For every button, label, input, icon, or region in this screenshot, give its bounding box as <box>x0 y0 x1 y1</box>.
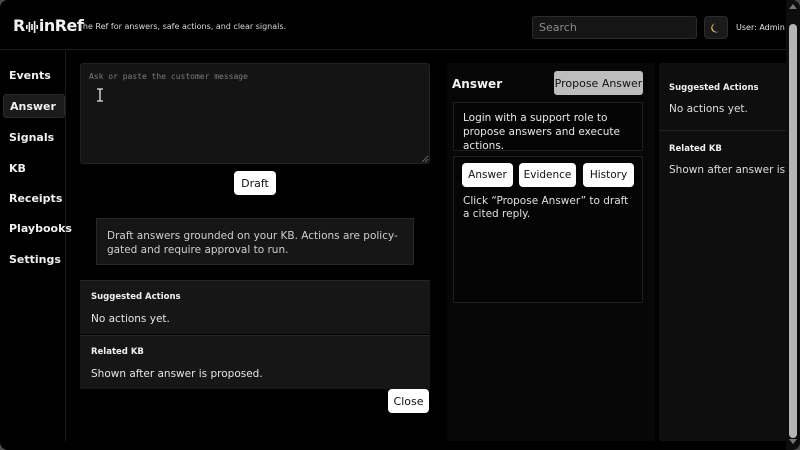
answer-title: Answer <box>452 77 503 91</box>
logo: R inRef <box>13 16 84 35</box>
sidebar-item-events[interactable]: Events <box>3 64 65 88</box>
text-cursor-icon <box>97 88 103 102</box>
sidebar-item-settings[interactable]: Settings <box>3 248 65 272</box>
right-actions-body: No actions yet. <box>669 103 748 115</box>
tab-answer[interactable]: Answer <box>462 163 513 187</box>
moon-icon <box>711 23 719 32</box>
scrollbar-thumb[interactable] <box>789 24 797 438</box>
scroll-up-icon[interactable] <box>789 4 797 9</box>
app-window: R inRef The Ref for answers, safe action… <box>0 0 800 450</box>
tagline: The Ref for answers, safe actions, and c… <box>78 22 287 31</box>
logo-text-right: inRef <box>38 16 84 35</box>
resize-handle-icon[interactable] <box>421 155 429 163</box>
tab-history[interactable]: History <box>583 163 634 187</box>
draft-button[interactable]: Draft <box>234 171 276 195</box>
right-kb-title: Related KB <box>669 144 722 154</box>
sidebar-item-signals[interactable]: Signals <box>3 126 65 150</box>
top-bar: R inRef The Ref for answers, safe action… <box>0 0 786 50</box>
sidebar-item-answer[interactable]: Answer <box>3 94 65 118</box>
sidebar-item-playbooks[interactable]: Playbooks <box>3 217 72 241</box>
theme-toggle-button[interactable] <box>704 16 728 39</box>
user-label: User: Admin <box>736 23 785 32</box>
related-kb-panel: Related KB Shown after answer is propose… <box>80 335 430 389</box>
waveform-icon <box>25 20 38 33</box>
suggested-actions-title: Suggested Actions <box>91 292 181 302</box>
right-kb-body: Shown after answer is proposed. <box>669 164 786 176</box>
search-input[interactable] <box>532 16 697 39</box>
scroll-down-icon[interactable] <box>789 439 797 444</box>
answer-hint: Click “Propose Answer” to draft a cited … <box>463 195 629 220</box>
propose-answer-button[interactable]: Propose Answer <box>554 71 643 95</box>
vertical-scrollbar[interactable] <box>786 0 800 450</box>
suggested-actions-panel: Suggested Actions No actions yet. <box>80 280 430 334</box>
related-kb-title: Related KB <box>91 347 144 357</box>
sidebar-item-kb[interactable]: KB <box>3 157 65 181</box>
related-kb-body: Shown after answer is proposed. <box>91 368 263 380</box>
info-box: Draft answers grounded on your KB. Actio… <box>96 218 414 265</box>
tab-evidence[interactable]: Evidence <box>519 163 576 187</box>
right-actions-title: Suggested Actions <box>669 83 759 93</box>
suggested-actions-body: No actions yet. <box>91 313 170 325</box>
login-notice: Login with a support role to propose ans… <box>453 102 643 152</box>
right-panel-content: Suggested Actions No actions yet. Relate… <box>659 63 786 441</box>
sidebar-item-receipts[interactable]: Receipts <box>3 187 65 211</box>
sidebar: Events Answer Signals KB Receipts Playbo… <box>0 51 72 441</box>
message-input[interactable] <box>80 63 430 164</box>
logo-text-left: R <box>13 16 25 35</box>
close-button[interactable]: Close <box>388 389 429 413</box>
